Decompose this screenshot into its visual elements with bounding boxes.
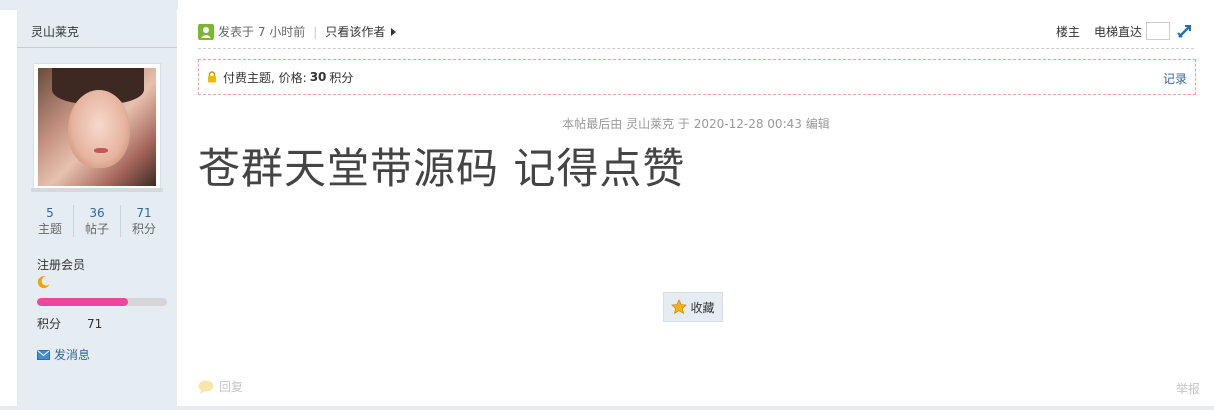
- favorite-button[interactable]: 收藏: [663, 292, 723, 322]
- score-row: 积分 71: [37, 315, 102, 332]
- author-stats: 5 主题 36 帖子 71 积分: [27, 205, 167, 237]
- stat-credits-value: 71: [136, 206, 152, 220]
- level-progress-bar: [37, 298, 167, 306]
- send-message-link[interactable]: 发消息: [37, 346, 90, 363]
- reply-label: 回复: [219, 380, 244, 394]
- purchase-record-link[interactable]: 记录: [1163, 70, 1187, 87]
- favorite-label: 收藏: [690, 300, 715, 315]
- stat-threads-label: 主题: [37, 222, 62, 236]
- stat-posts-label: 帖子: [84, 222, 109, 236]
- avatar-shadow: [31, 188, 163, 192]
- elevator-label: 电梯直达: [1093, 24, 1142, 39]
- stat-posts-value: 36: [89, 206, 105, 220]
- edit-note: 本帖最后由 灵山莱克 于 2020-12-28 00:43 编辑: [562, 117, 830, 131]
- star-icon: [671, 299, 688, 315]
- envelope-icon: [37, 349, 50, 360]
- score-value: 71: [87, 317, 103, 331]
- stat-threads-value: 5: [46, 206, 54, 220]
- floor-jump-input[interactable]: [1146, 22, 1170, 40]
- paid-topic-box: 付费主题, 价格: 30 积分 记录: [198, 59, 1196, 95]
- lock-icon: [208, 71, 216, 83]
- stat-posts[interactable]: 36 帖子: [74, 205, 121, 237]
- score-label: 积分: [37, 317, 62, 331]
- top-strip: [0, 0, 1214, 10]
- meta-separator: |: [313, 24, 318, 39]
- reply-link[interactable]: 回复: [198, 378, 243, 395]
- post-meta: 发表于 7 小时前 | 只看该作者: [198, 23, 397, 40]
- post-navigation: 楼主 电梯直达: [1056, 22, 1194, 40]
- stat-threads[interactable]: 5 主题: [27, 205, 74, 237]
- moon-icon: [37, 276, 50, 289]
- send-message-label: 发消息: [54, 348, 91, 362]
- post-title: 苍群天堂带源码 记得点赞: [198, 144, 686, 193]
- bottom-strip: [0, 406, 1214, 410]
- arrow-right-icon: [391, 27, 397, 36]
- paid-price-unit: 积分: [329, 70, 354, 85]
- level-progress-fill: [37, 298, 128, 306]
- post-main: 发表于 7 小时前 | 只看该作者 楼主 电梯直达 付费主题, 价格: 30 积…: [178, 10, 1214, 406]
- report-link[interactable]: 举报: [1176, 380, 1200, 397]
- user-group[interactable]: 注册会员: [37, 256, 85, 273]
- paid-price: 30: [309, 70, 327, 84]
- floor-label: 楼主: [1055, 24, 1080, 39]
- online-status-icon: [198, 23, 214, 40]
- stat-credits-label: 积分: [131, 222, 156, 236]
- reply-bubble-icon: [198, 380, 214, 394]
- author-name[interactable]: 灵山莱克: [17, 10, 177, 48]
- meta-divider: [198, 48, 1194, 49]
- paid-topic-text: 付费主题, 价格:: [223, 70, 307, 85]
- only-author-link[interactable]: 只看该作者: [325, 23, 385, 40]
- posted-time: 发表于 7 小时前: [218, 25, 306, 39]
- avatar[interactable]: [33, 63, 161, 191]
- stat-credits[interactable]: 71 积分: [121, 205, 167, 237]
- author-sidebar: 灵山莱克 5 主题 36 帖子 71 积分 注册会员 积分 71 发消息: [17, 10, 177, 406]
- go-icon[interactable]: [1176, 22, 1194, 40]
